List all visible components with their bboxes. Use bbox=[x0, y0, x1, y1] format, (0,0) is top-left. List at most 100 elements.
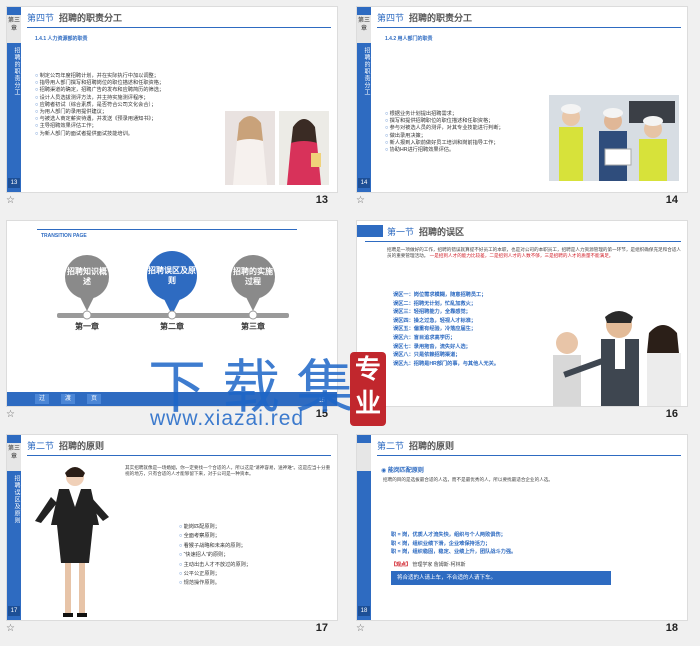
slide-thumb-16[interactable]: 第一节 招聘的误区 招聘是一项做好的工作，招聘的错误就算提不好员工的本职，也是对… bbox=[350, 214, 690, 424]
side-text: 招聘的职责分工 bbox=[363, 47, 369, 96]
star-icon[interactable]: ☆ bbox=[356, 623, 365, 634]
side-page-number: 14 bbox=[358, 178, 370, 188]
side-tab: 第三章 bbox=[7, 443, 21, 471]
slide-thumb-13[interactable]: 第三章 招聘的职责分工 13 第四节 招聘的职责分工 1.4.1 人力资源部的职… bbox=[0, 0, 340, 210]
chapter-label-1: 第一章 bbox=[75, 322, 99, 331]
list-item: 职 < 岗，组织业绩下滑，企业难保持活力； bbox=[391, 540, 491, 547]
slide-title: 第一节 招聘的误区 bbox=[387, 227, 465, 237]
thumb-footer: ☆ 18 bbox=[350, 621, 690, 638]
slide-title: 第四节 招聘的职责分工 bbox=[377, 13, 473, 23]
side-bar: 第三章 招聘的职责分工 14 bbox=[357, 7, 371, 192]
principle-list: 能岗匹配原则； 全面考察原则； 看猴子战略和未来的原则； “快速招人”的原则； … bbox=[179, 523, 329, 589]
tab-guo[interactable]: 过 bbox=[35, 394, 49, 404]
slide-thumb-18[interactable]: 18 第二节 招聘的原则 ◉ 能岗匹配原则 招聘的目的是选拔最合适的人选，而不是… bbox=[350, 428, 690, 638]
list-item: 误区四：操之过急，轻视人才标准； bbox=[393, 317, 477, 324]
side-bar: 第三章 招聘的职责分工 13 bbox=[7, 7, 21, 192]
side-bar: 18 bbox=[357, 435, 371, 620]
side-tab: 第三章 bbox=[357, 15, 371, 43]
title-rule bbox=[27, 455, 331, 456]
list-item: 设计人员选拔测评方法，并主持实施测评程序； bbox=[35, 95, 225, 102]
list-item: 协助HR进行招聘效果评估。 bbox=[385, 147, 555, 154]
thumb-footer: ☆ 16 bbox=[350, 407, 690, 424]
duty-list: 制定公司年度招聘计划，并在实际执行中加以调整； 指导用人部门撰写和招聘岗位的职位… bbox=[35, 73, 225, 138]
list-item: 误区二：招聘无计划，忙乱加救火； bbox=[393, 300, 477, 307]
side-tab: 第三章 bbox=[7, 15, 21, 43]
mistake-list: 误区一：岗位需求模糊，随意招聘员工； 误区二：招聘无计划，忙乱加救火； 误区三：… bbox=[393, 291, 563, 368]
list-item: 公平公正原则； bbox=[179, 570, 329, 579]
star-icon[interactable]: ☆ bbox=[356, 195, 365, 206]
businesswoman-photo bbox=[35, 467, 109, 617]
side-page-number: 18 bbox=[358, 606, 370, 616]
principle-heading: ◉ 能岗匹配原则 bbox=[381, 468, 424, 474]
list-item: 误区九：招聘是HR部门的事，与其他人无关。 bbox=[393, 360, 500, 367]
slide-thumb-17[interactable]: 第三章 招聘误区及原则 17 第二节 招聘的原则 其实招聘就像是一场婚姻，你一定… bbox=[0, 428, 340, 638]
title-rule bbox=[27, 27, 331, 28]
slide-subtitle: 1.4.1 人力资源部的职责 bbox=[35, 36, 88, 42]
side-tab bbox=[357, 443, 371, 471]
slide-canvas: 18 第二节 招聘的原则 ◉ 能岗匹配原则 招聘的目的是选拔最合适的人选，而不是… bbox=[356, 434, 688, 621]
slide-number: 17 bbox=[315, 622, 328, 634]
title-rule bbox=[377, 455, 681, 456]
slide-number: 13 bbox=[315, 194, 328, 206]
slide-number: 16 bbox=[665, 408, 678, 420]
star-icon[interactable]: ☆ bbox=[6, 195, 15, 206]
slide-title: 第二节 招聘的原则 bbox=[377, 441, 455, 451]
business-team-photo bbox=[553, 311, 681, 406]
list-item: 职 = 岗，优质人才流失快，组织与个人两败俱伤； bbox=[391, 532, 506, 538]
intro-text: 招聘是一项做好的工作，招聘的错误就算提不好员工的本职，也是对公司的本职员工，招聘… bbox=[387, 247, 682, 259]
slide-title: 第四节 招聘的职责分工 bbox=[27, 13, 123, 23]
list-item: 做出录用决策； bbox=[385, 133, 555, 140]
body-text: 招聘的目的是选拔最合适的人选，而不是最优秀的人，所以要找最适合企业的人选。 bbox=[383, 477, 553, 482]
watermark-url: www.xiazai.red bbox=[150, 407, 305, 430]
duty-list: 根据业务计划提出招聘需求； 撰写和提供招聘职位的职位描述和任职资格； 参与对被选… bbox=[385, 111, 555, 154]
title-accent bbox=[357, 225, 383, 237]
list-item: 职 = 岗，组织稳固，稳定、业绩上升，团队战斗力强。 bbox=[391, 549, 517, 556]
list-item: 误区三：轻招聘能力，全靠感觉； bbox=[393, 309, 471, 316]
slide-canvas: 第三章 招聘的职责分工 14 第四节 招聘的职责分工 1.4.2 用人部门的职责… bbox=[356, 6, 688, 193]
side-page-number: 17 bbox=[8, 606, 20, 616]
watermark-seal: 专业 bbox=[350, 352, 386, 426]
thumb-footer: ☆ 14 bbox=[350, 193, 690, 210]
thumb-footer: ☆ 17 bbox=[0, 621, 340, 638]
list-item: 规范操作原则。 bbox=[179, 579, 329, 588]
list-item: 新人报到入职前做好员工培训和岗前指导工作； bbox=[385, 140, 555, 147]
star-icon[interactable]: ☆ bbox=[6, 623, 15, 634]
quote-box: 将合适的人请上车，不合适的人请下车。 bbox=[391, 571, 611, 585]
viewpoint: 【观点】 管理学家 詹姆斯·柯林斯 bbox=[391, 562, 466, 568]
slide-canvas: 第三章 招聘的职责分工 13 第四节 招聘的职责分工 1.4.1 人力资源部的职… bbox=[6, 6, 338, 193]
slide-title: 第二节 招聘的原则 bbox=[27, 441, 105, 451]
list-item: 误区一：岗位需求模糊，随意招聘员工； bbox=[393, 292, 487, 298]
list-item: 误区五：偏重有经验，冷落应届生； bbox=[393, 326, 477, 333]
star-icon[interactable]: ☆ bbox=[6, 409, 15, 420]
tab-du[interactable]: 渡 bbox=[61, 394, 75, 404]
side-text: 招聘误区及原则 bbox=[13, 475, 19, 524]
thumb-footer: ☆ 13 bbox=[0, 193, 340, 210]
list-item: 误区七：录用拖沓，流失好人选； bbox=[393, 343, 471, 350]
chapter-label-2: 第二章 bbox=[160, 322, 184, 331]
list-item: 误区八：只是依赖招聘渠道； bbox=[393, 352, 461, 359]
women-photo bbox=[225, 111, 329, 185]
slide-canvas: 第三章 招聘误区及原则 17 第二节 招聘的原则 其实招聘就像是一场婚姻，你一定… bbox=[6, 434, 338, 621]
side-bar: 第三章 招聘误区及原则 17 bbox=[7, 435, 21, 620]
list-item: “快速招人”的原则； bbox=[179, 551, 329, 560]
title-rule bbox=[365, 241, 681, 242]
slide-thumb-14[interactable]: 第三章 招聘的职责分工 14 第四节 招聘的职责分工 1.4.2 用人部门的职责… bbox=[350, 0, 690, 210]
side-text: 招聘的职责分工 bbox=[13, 47, 19, 96]
slide-number: 18 bbox=[665, 622, 678, 634]
list-item: 全面考察原则； bbox=[179, 532, 329, 541]
intro-text: 其实招聘就像是一场婚姻，你一定要找一个合适的人，所以这是“请神容易，送神难”。这… bbox=[125, 465, 331, 477]
list-item: 参与对被选人员的测评，对其专业技能进行判断； bbox=[385, 125, 555, 132]
tab-ye[interactable]: 页 bbox=[87, 394, 101, 404]
list-item: 主导招聘效果评估工作； bbox=[35, 123, 225, 130]
list-item: 招聘渠道的确定，招聘广告的发布和应聘简历的筛选； bbox=[35, 87, 225, 94]
slide-number: 14 bbox=[665, 194, 678, 206]
title-rule bbox=[377, 27, 681, 28]
list-item: 应聘者初试（综合素质，是否符合公司文化会合）； bbox=[35, 102, 225, 109]
chapter-label-3: 第三章 bbox=[241, 322, 265, 331]
list-item: 误区六：盲目追求高学历； bbox=[393, 334, 456, 341]
info-icon: ◉ bbox=[381, 468, 388, 474]
slide-subtitle: 1.4.2 用人部门的职责 bbox=[385, 36, 433, 42]
list-item: 为新人部门的面试者提供面试技能培训。 bbox=[35, 131, 225, 138]
slide-canvas: 第一节 招聘的误区 招聘是一项做好的工作，招聘的错误就算提不好员工的本职，也是对… bbox=[356, 220, 688, 407]
workers-photo bbox=[549, 95, 679, 181]
